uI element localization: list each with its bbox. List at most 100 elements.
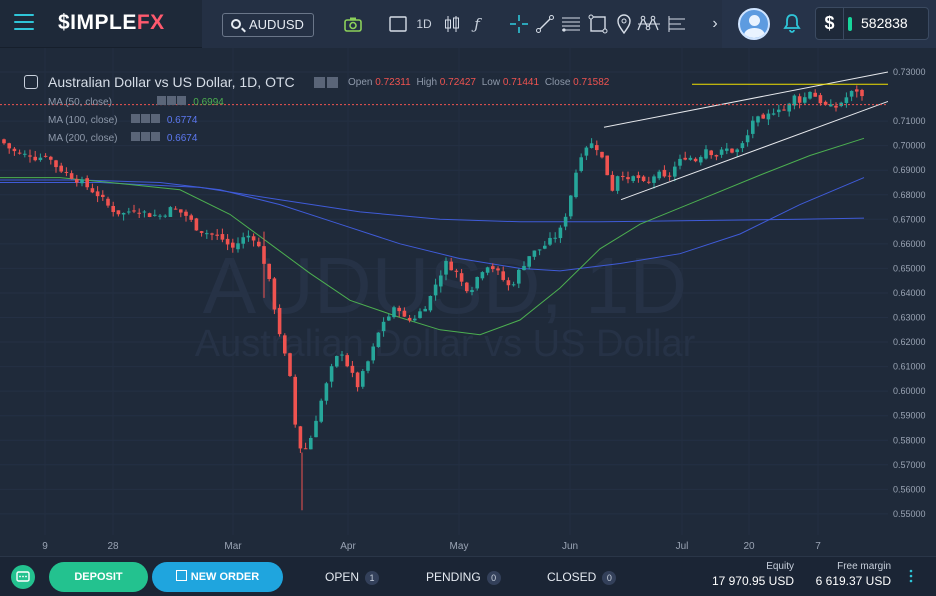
candle-body [491,266,495,270]
candle-body [231,242,235,248]
candle-body [647,181,651,183]
crosshair-icon[interactable] [509,14,529,34]
candle-body [329,366,334,382]
tab-open[interactable]: OPEN 1 [325,570,380,585]
trend-line-icon[interactable] [535,14,555,34]
candle-body [257,241,261,247]
price-tick-label: 0.63000 [893,313,926,323]
tab-closed[interactable]: CLOSED 0 [547,570,617,585]
candle-body [834,105,838,108]
more-vert-icon[interactable] [908,569,914,583]
chat-icon[interactable] [11,565,35,589]
candle-body [569,195,573,217]
candle-body [75,179,79,183]
candle-body [501,271,505,280]
symbol-search-input[interactable]: AUDUSD [222,13,314,37]
eye-icon[interactable] [131,132,141,141]
indicator-label: MA (50, close) [48,97,112,108]
open-label: Open [348,77,373,88]
candle-body [725,148,729,151]
symbol-value: AUDUSD [249,17,304,32]
candle-body [480,272,485,279]
price-tick-label: 0.58000 [893,435,926,445]
chart-settings-icon[interactable] [24,75,38,89]
ma-200-line [0,182,865,223]
candle-body [111,205,115,212]
candle-body [49,156,53,160]
candle-body [158,215,162,217]
candle-body [64,171,69,173]
time-tick-label: 9 [42,541,48,552]
function-icon[interactable]: ƒ [467,14,487,34]
balance-widget[interactable]: $ 582838 [815,7,929,40]
balance-amount: 582838 [861,15,908,31]
candle-body [215,234,219,236]
candle-body [319,400,323,422]
candle-body [475,277,479,289]
close-icon[interactable] [151,114,161,123]
avatar-icon[interactable] [738,8,770,40]
deposit-button[interactable]: DEPOSIT [49,562,148,592]
equity-stat: Equity 17 970.95 USD [680,561,794,588]
pattern-icon[interactable] [636,14,662,34]
candle-body [813,92,817,97]
hamburger-icon[interactable] [14,14,34,32]
dollar-icon: $ [816,8,844,39]
app-logo: $IMPLEFX [58,11,165,34]
candle-body [439,275,443,287]
indicator-value: 0.6994 [193,97,224,108]
marker-icon[interactable] [615,14,633,34]
rectangle-icon[interactable] [387,14,409,34]
candle-body [756,116,760,123]
shape-icon[interactable] [588,14,608,34]
price-tick-label: 0.62000 [893,337,926,347]
free-margin-stat: Free margin 6 619.37 USD [800,561,891,588]
candle-body [277,308,282,335]
bell-icon[interactable] [783,13,801,38]
tab-pending[interactable]: PENDING 0 [426,570,501,585]
candle-body [267,263,271,280]
close-icon[interactable] [177,96,187,105]
new-order-button[interactable]: NEW ORDER [152,562,283,592]
candle-body [714,155,719,157]
candle-body [241,237,245,244]
candle-body [33,156,37,161]
candle-body [454,270,459,272]
ohlc-readout: Open 0.72311 High 0.72427 Low 0.71441 Cl… [348,77,609,88]
candle-body [355,372,360,388]
timeframe-button[interactable]: 1D [413,14,435,34]
candle-body [485,267,490,273]
gear-icon[interactable] [327,77,338,88]
gear-icon[interactable] [167,96,177,105]
time-tick-label: Jul [676,541,689,552]
new-order-label: NEW ORDER [190,571,260,583]
candle-body [558,227,563,239]
candles-icon[interactable] [442,14,462,34]
candle-body [12,148,17,152]
indicators-icon[interactable] [666,14,688,34]
candle-body [324,383,329,401]
tab-pending-label: PENDING [426,570,481,584]
close-value: 0.71582 [573,77,610,88]
price-tick-label: 0.70000 [893,141,926,151]
close-icon[interactable] [151,132,161,141]
time-tick-label: Jun [562,541,578,552]
indicator-row: MA (50, close) 0.6994 [48,96,224,108]
high-label: High [416,77,438,88]
gear-icon[interactable] [141,114,151,123]
camera-icon[interactable] [343,14,363,34]
eye-icon[interactable] [314,77,325,88]
indicator-label: MA (200, close) [48,133,118,144]
eye-icon[interactable] [131,114,141,123]
candle-body [803,97,807,103]
candle-body [517,269,521,284]
gear-icon[interactable] [141,132,151,141]
candle-body [730,148,734,153]
candle-body [808,91,812,99]
fibonacci-icon[interactable] [560,14,582,34]
eye-icon[interactable] [157,96,167,105]
chevron-right-icon[interactable]: › [708,14,722,34]
price-tick-label: 0.59000 [893,411,926,421]
candle-body [751,120,755,134]
candle-body [849,90,854,97]
